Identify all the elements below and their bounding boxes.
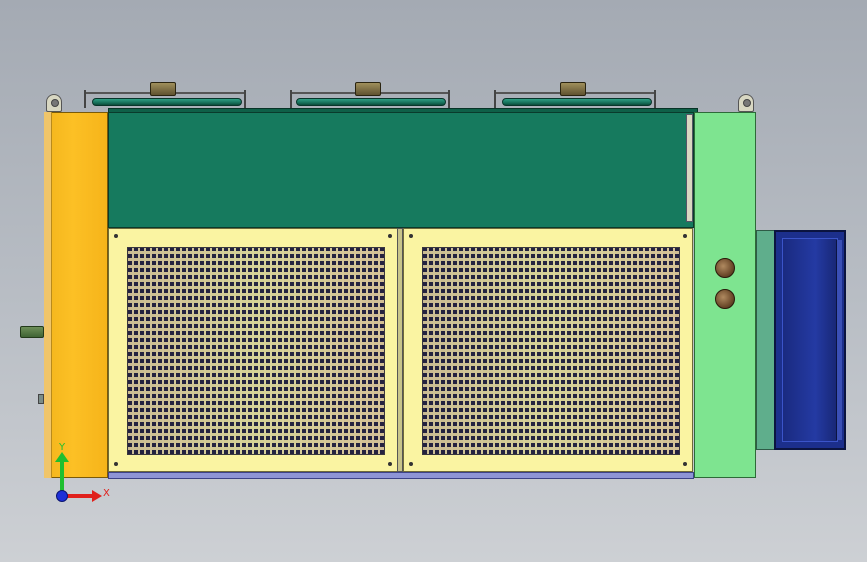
lifting-lug-right [738, 94, 754, 112]
y-axis-arrow [60, 458, 64, 494]
screw-icon [114, 234, 118, 238]
fan-1-motor-hub [150, 82, 176, 96]
y-axis-arrowhead [55, 452, 69, 462]
x-axis-arrow [64, 494, 94, 498]
fan-3-post-left [494, 90, 496, 108]
grille-panel-right[interactable] [403, 228, 693, 472]
grille-panel-left[interactable] [108, 228, 398, 472]
fan-3-motor-hub [560, 82, 586, 96]
x-axis-label: X [103, 488, 110, 499]
green-housing[interactable] [108, 112, 694, 228]
fan-1-blade-housing [92, 98, 242, 106]
motor-terminal-strip [836, 240, 842, 440]
y-axis-label: Y [59, 442, 66, 453]
mesh-grille-left-interior [127, 247, 385, 455]
lifting-lug-right-hole [743, 99, 751, 107]
screw-icon [409, 234, 413, 238]
fan-2-post-right [448, 90, 450, 108]
drain-nub [38, 394, 44, 404]
orange-module-edge [44, 112, 52, 478]
knob-lower[interactable] [715, 289, 735, 309]
fan-3-post-right [654, 90, 656, 108]
fan-2-blade-housing [296, 98, 446, 106]
screw-icon [114, 462, 118, 466]
lifting-lug-left-hole [51, 99, 59, 107]
fan-1-post-left [84, 90, 86, 108]
fan-2-post-left [290, 90, 292, 108]
motor-flange [756, 230, 776, 450]
z-axis-origin-icon [56, 490, 68, 502]
x-axis-arrowhead [92, 490, 102, 502]
orange-end-module[interactable] [44, 112, 108, 478]
lifting-lug-left [46, 94, 62, 112]
screw-icon [388, 234, 392, 238]
screw-icon [388, 462, 392, 466]
bottom-base-rail [108, 472, 694, 479]
fan-1-post-right [244, 90, 246, 108]
housing-side-flange [686, 114, 693, 222]
fan-3-blade-housing [502, 98, 652, 106]
motor-cover [782, 238, 838, 442]
screw-icon [683, 462, 687, 466]
knob-upper[interactable] [715, 258, 735, 278]
drive-shaft[interactable] [20, 326, 44, 338]
fan-2-motor-hub [355, 82, 381, 96]
mesh-grille-right-interior [422, 247, 680, 455]
screw-icon [683, 234, 687, 238]
screw-icon [409, 462, 413, 466]
